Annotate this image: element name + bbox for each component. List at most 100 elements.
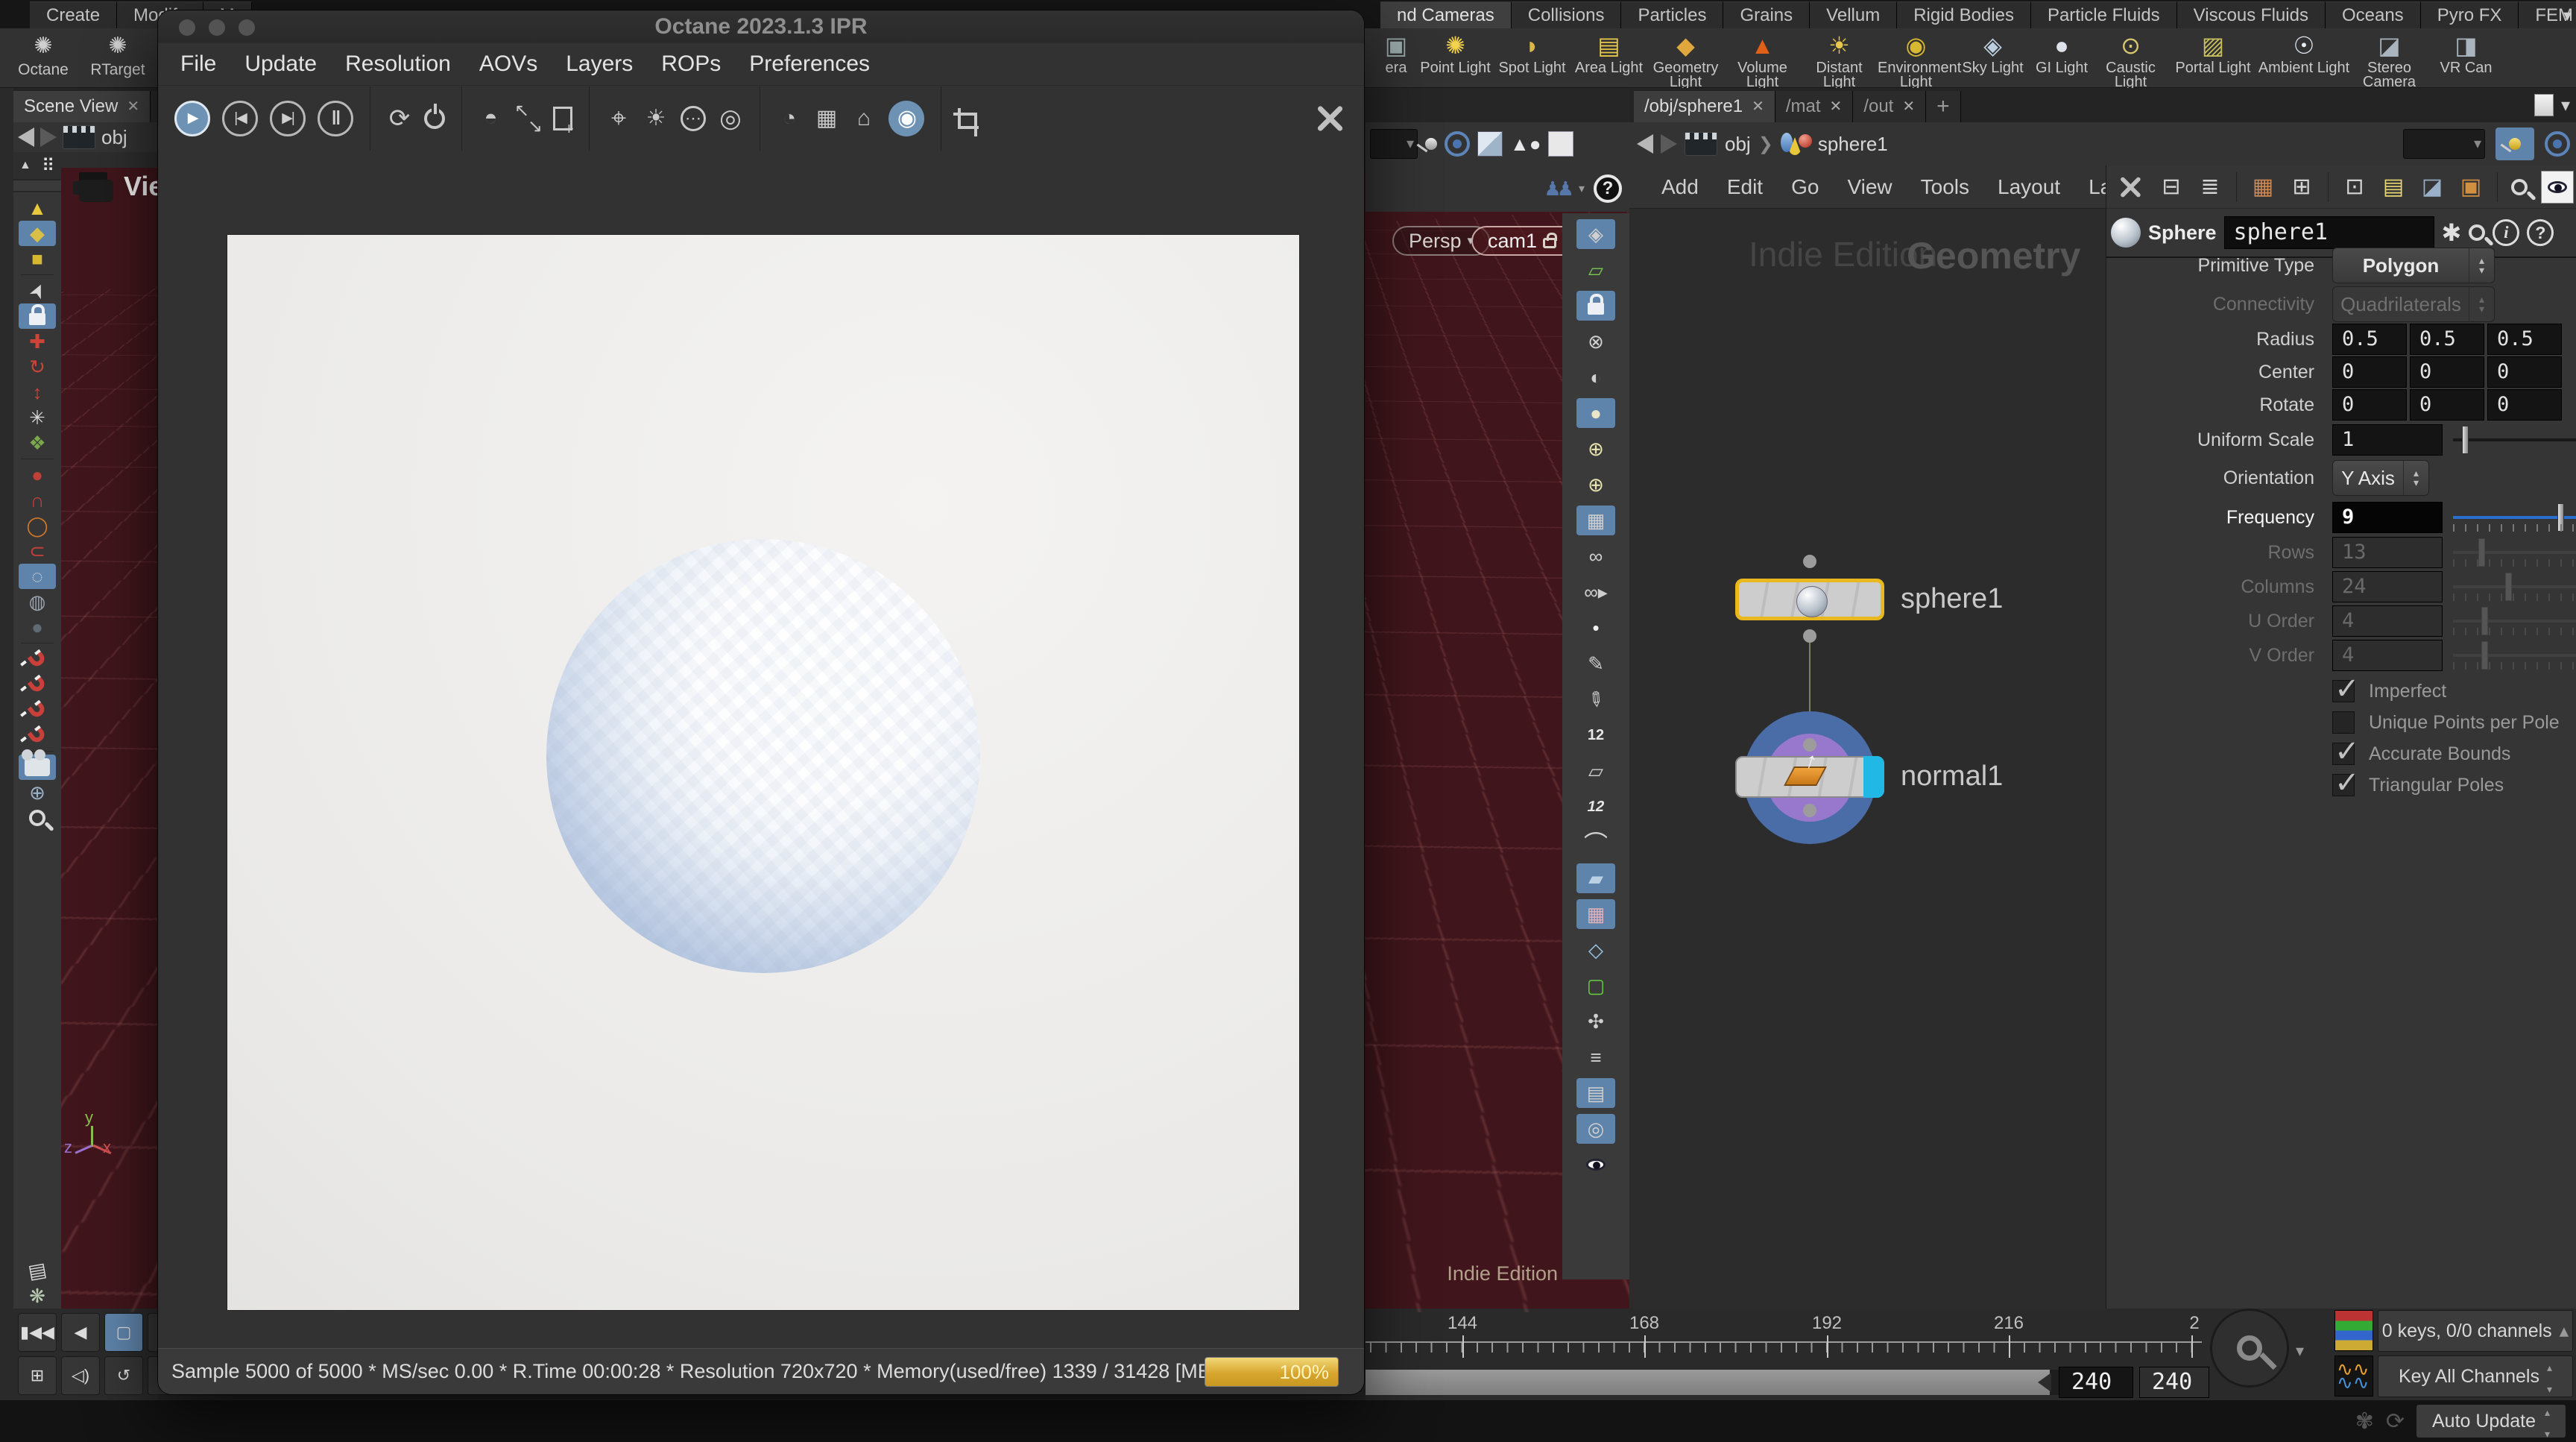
shelf-tool-camera[interactable]: ▣ era xyxy=(1375,30,1417,89)
sphere1-output-dot[interactable] xyxy=(1803,629,1816,643)
follow-target-icon[interactable] xyxy=(1445,131,1470,157)
grid-dots-icon[interactable]: ⠿ xyxy=(42,155,55,177)
material-shading-icon[interactable]: ▦ xyxy=(1576,506,1615,535)
forward-icon[interactable] xyxy=(1661,134,1677,154)
pin-button[interactable] xyxy=(2496,127,2534,160)
menu-layout[interactable]: Layout xyxy=(1983,175,2074,199)
point-markers-icon[interactable]: ✎ xyxy=(1576,649,1615,679)
pin-icon[interactable] xyxy=(1425,138,1437,150)
loupe-zoom-tool[interactable] xyxy=(19,805,56,831)
shelf-tab-pyro-fx[interactable]: Pyro FX xyxy=(2420,1,2519,28)
play-reverse-button[interactable]: ◀ xyxy=(61,1313,100,1352)
v-order-slider[interactable] xyxy=(2453,640,2576,671)
prim-numbers-icon[interactable] xyxy=(1573,792,1619,822)
characters-icon[interactable]: ♟♟ xyxy=(1544,177,1574,201)
window-titlebar[interactable]: Octane 2023.1.3 IPR xyxy=(158,10,1364,43)
key-all-channels-dropdown[interactable]: Key All Channels xyxy=(2378,1356,2573,1397)
shelf-tool-octane[interactable]: ✺ Octane xyxy=(9,31,78,79)
connectivity-select[interactable]: Quadrilaterals xyxy=(2332,286,2495,322)
region-render-icon[interactable] xyxy=(718,104,743,133)
radius-x-field[interactable]: 0.5 xyxy=(2332,324,2407,355)
axis-handle-tool[interactable]: ❖ xyxy=(19,430,56,456)
menu-layers[interactable]: Layers xyxy=(566,51,633,77)
back-icon[interactable] xyxy=(1637,134,1653,154)
high-quality-lighting-icon[interactable]: ⊕ xyxy=(1576,434,1615,464)
keys-dropdown[interactable]: 0 keys, 0/0 channels xyxy=(2378,1310,2573,1352)
imperfect-checkbox[interactable]: ✓ xyxy=(2332,673,2360,705)
curve-handle-tool[interactable]: ⊂ xyxy=(19,538,56,564)
view-lock-icon[interactable] xyxy=(1576,291,1615,321)
close-tab-icon[interactable]: ✕ xyxy=(1830,91,1843,122)
u-order-field[interactable]: 4 xyxy=(2332,605,2443,637)
layout-grid-icon[interactable]: ⊞ xyxy=(2289,172,2314,202)
shelf-tab-vellum[interactable]: Vellum xyxy=(1810,1,1898,28)
secure-selection-tool[interactable] xyxy=(19,303,56,329)
close-tab-icon[interactable]: ✕ xyxy=(1752,91,1764,122)
menu-add[interactable]: Add xyxy=(1647,175,1713,199)
primitive-type-select[interactable]: Polygon xyxy=(2332,248,2495,283)
tree-view-icon[interactable]: ⊟ xyxy=(2159,172,2184,202)
tab-scene-view[interactable]: Scene View ✕ xyxy=(13,91,151,122)
center-x-field[interactable]: 0 xyxy=(2332,356,2407,388)
spinner-icon[interactable] xyxy=(2403,461,2428,495)
shaded-surface-icon[interactable]: ▰ xyxy=(1576,863,1615,893)
range-slider-fill[interactable] xyxy=(1366,1370,2050,1395)
snap-magnet-tool[interactable] xyxy=(19,722,56,748)
show-points-icon[interactable]: • xyxy=(1576,613,1615,643)
shelf-overflow-icon[interactable] xyxy=(2563,6,2572,25)
panes-icon[interactable]: ⊡ xyxy=(2342,172,2367,202)
u-order-slider[interactable] xyxy=(2453,605,2576,637)
accurate-bounds-checkbox[interactable]: ✓ xyxy=(2332,735,2360,768)
uniform-scale-field[interactable]: 1 xyxy=(2332,424,2443,456)
lights-off-icon[interactable]: ⊗ xyxy=(1576,327,1615,356)
menu-resolution[interactable]: Resolution xyxy=(345,51,451,77)
shelf-tool-caustic-light[interactable]: ⊙ Caustic Light xyxy=(2092,30,2169,89)
shelf-tool-volume-light[interactable]: ▲ Volume Light xyxy=(1724,30,1801,89)
reference-plane-icon[interactable]: ◈ xyxy=(1576,219,1615,249)
shelf-tab-grains[interactable]: Grains xyxy=(1723,1,1811,28)
ring-handle-tool[interactable]: ∩ xyxy=(19,488,56,513)
color-swatches-icon[interactable]: ▦ xyxy=(2250,172,2276,202)
rotate-tool[interactable]: ↻ xyxy=(19,354,56,380)
pause-render-button[interactable] xyxy=(318,100,353,136)
back-icon[interactable] xyxy=(18,127,34,147)
camera-eye-icon[interactable] xyxy=(1576,1150,1615,1180)
rows-field[interactable]: 13 xyxy=(2332,537,2443,568)
tab-mat[interactable]: /mat ✕ xyxy=(1775,91,1854,122)
focus-picker-icon[interactable] xyxy=(606,104,631,133)
snap-curve-tool[interactable] xyxy=(19,672,56,697)
snap-grid-tool[interactable] xyxy=(19,646,56,672)
translate-tool[interactable]: ✚ xyxy=(19,329,56,354)
scale-tool[interactable]: ↕ xyxy=(19,380,56,405)
light-cone-tool[interactable]: ▲ xyxy=(19,195,56,221)
menu-rops[interactable]: ROPs xyxy=(661,51,721,77)
shelf-tab-collisions[interactable]: Collisions xyxy=(1511,1,1622,28)
primitives-icon[interactable]: ▲● xyxy=(1510,133,1541,156)
snapshot-tool[interactable]: ▤ xyxy=(16,1255,57,1286)
search-icon[interactable] xyxy=(2511,178,2528,195)
field-lines-icon[interactable]: ≡ xyxy=(1576,1042,1615,1072)
point-normals-icon[interactable]: ✎ xyxy=(1571,676,1620,723)
sphere-type-icon[interactable] xyxy=(2111,218,2141,248)
tools-wrench-icon[interactable] xyxy=(2118,175,2142,199)
display-flag[interactable] xyxy=(1863,756,1884,798)
view-camera-tool[interactable] xyxy=(19,749,56,780)
sphere1-input-dot[interactable] xyxy=(1803,555,1816,568)
normal-lighting-icon[interactable]: ● xyxy=(1576,398,1615,428)
torus-handle-tool[interactable]: ◯ xyxy=(19,513,56,538)
tab-animate-clipped[interactable]: An xyxy=(151,91,158,122)
menu-aovs[interactable]: AOVs xyxy=(479,51,537,77)
shelf-tab-lights-cameras[interactable]: nd Cameras xyxy=(1380,1,1512,28)
cube-display-icon[interactable] xyxy=(1477,131,1503,157)
breadcrumb-sphere1[interactable]: sphere1 xyxy=(1818,133,1888,156)
prim-normals-icon[interactable]: ▱ xyxy=(1576,756,1615,786)
shelf-tool-spot-light[interactable]: ◗ Spot Light xyxy=(1494,30,1570,89)
motion-fx-icon[interactable] xyxy=(2334,1356,2373,1397)
image-add-icon[interactable]: ◪ xyxy=(2419,172,2445,202)
more-options-icon[interactable]: ⋯ xyxy=(681,105,706,131)
set-key-button[interactable] xyxy=(2210,1309,2289,1388)
shelf-tool-area-light[interactable]: ▤ Area Light xyxy=(1570,30,1647,89)
recook-icon[interactable]: ⟳ xyxy=(2386,1408,2405,1435)
auto-update-dropdown[interactable]: Auto Update xyxy=(2416,1405,2566,1438)
gear-icon[interactable]: ✱ xyxy=(2442,218,2462,247)
